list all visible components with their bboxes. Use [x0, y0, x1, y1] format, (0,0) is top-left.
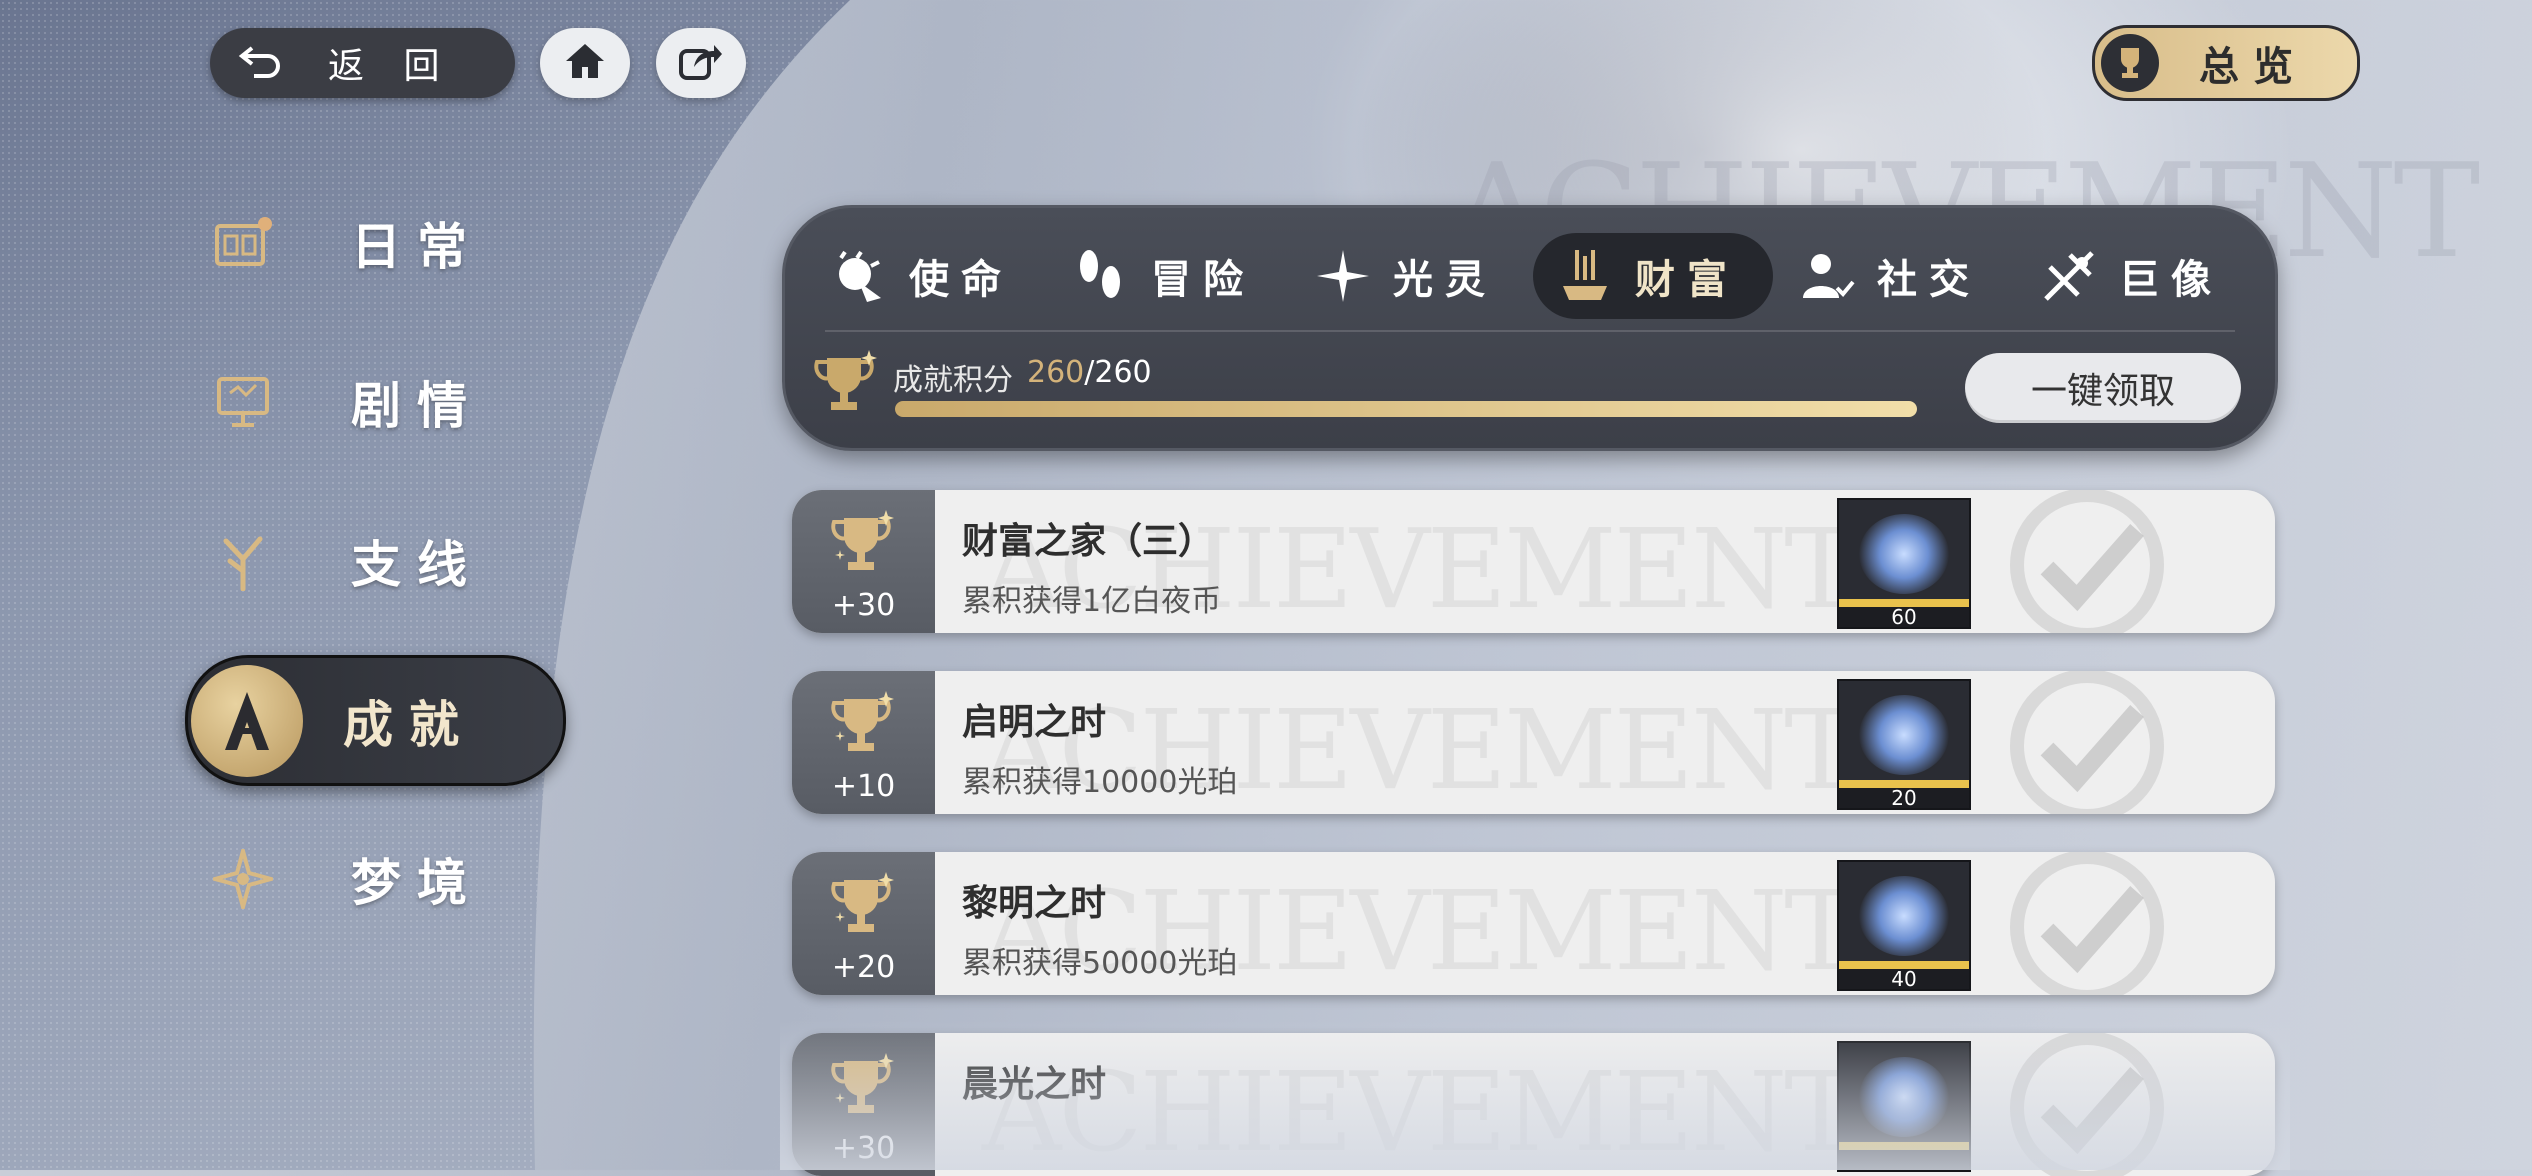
nav-item-dream[interactable]: 梦境	[210, 843, 483, 915]
achievement-title: 财富之家（三）	[962, 521, 1215, 562]
reward-count: 40	[1839, 969, 1969, 989]
completed-check-icon	[2002, 490, 2172, 633]
achievement-icon	[191, 664, 303, 777]
nav-label-daily: 日常	[351, 218, 483, 276]
achievement-description: 累积获得10000光珀	[962, 765, 1238, 800]
completed-check-icon	[2002, 852, 2172, 995]
completed-check-icon	[2002, 671, 2172, 814]
achievement-points-badge: +20	[792, 852, 935, 995]
share-icon	[678, 41, 724, 85]
overview-button[interactable]: 总览	[2092, 25, 2360, 101]
back-arrow-icon	[238, 38, 298, 89]
reward-item[interactable]: 60	[1837, 498, 1971, 629]
trophy-icon	[830, 870, 896, 946]
achievement-points: +30	[831, 588, 896, 623]
crystal-icon	[1859, 876, 1949, 956]
achievement-title: 黎明之时	[962, 883, 1107, 924]
list-fade-overlay	[780, 1020, 2290, 1170]
nav-label-side-quest: 支线	[351, 536, 483, 594]
calendar-icon	[210, 210, 276, 276]
branch-icon	[210, 528, 276, 594]
nav-item-achievement[interactable]: 成就	[185, 655, 566, 786]
tab-label-colossus: 巨像	[2119, 257, 2223, 303]
colossus-icon	[2039, 246, 2099, 306]
achievement-points: +20	[831, 950, 896, 985]
score-label: 成就积分	[893, 363, 1013, 398]
sparkle-icon	[1313, 246, 1373, 306]
achievement-card[interactable]: +10 ACHIEVEMENTS 启明之时 累积获得10000光珀 20	[792, 671, 2275, 814]
score-progress-bar	[895, 401, 1917, 417]
achievement-card[interactable]: +20 ACHIEVEMENTS 黎明之时 累积获得50000光珀 40	[792, 852, 2275, 995]
tab-social[interactable]: 社交	[1775, 233, 2015, 319]
back-button[interactable]: 返 回	[210, 28, 515, 98]
star-icon	[210, 846, 276, 912]
reward-count: 20	[1839, 788, 1969, 808]
trophy-icon	[2101, 34, 2159, 92]
reward-item[interactable]: 20	[1837, 679, 1971, 810]
overview-label: 总览	[2199, 44, 2307, 90]
claim-all-button[interactable]: 一键领取	[1965, 353, 2241, 423]
crystal-icon	[1859, 514, 1949, 594]
score-progress-fill	[895, 401, 1917, 417]
achievement-card[interactable]: +30 ACHIEVEMENTS 财富之家（三） 累积获得1亿白夜币 60	[792, 490, 2275, 633]
tab-label-social: 社交	[1877, 257, 1981, 303]
tab-light-spirit[interactable]: 光灵	[1291, 233, 1531, 319]
score-total: /260	[1084, 355, 1152, 390]
category-tabs: 使命 冒险 光灵 财富 社交 巨像	[785, 233, 2275, 319]
tab-wealth[interactable]: 财富	[1533, 233, 1773, 319]
tab-label-mission: 使命	[909, 257, 1013, 303]
nav-item-side-quest[interactable]: 支线	[210, 525, 483, 597]
nav-label-story: 剧情	[351, 377, 483, 435]
tab-mission[interactable]: 使命	[807, 233, 1047, 319]
nav-item-story[interactable]: 剧情	[210, 366, 483, 438]
trophy-icon	[830, 689, 896, 765]
score-value: 260/260	[1027, 355, 1152, 390]
reward-count: 60	[1839, 607, 1969, 627]
achievement-points-badge: +30	[792, 490, 935, 633]
monitor-icon	[210, 369, 276, 435]
tab-adventure[interactable]: 冒险	[1049, 233, 1289, 319]
achievement-points: +10	[831, 769, 896, 804]
score-trophy-icon	[813, 348, 879, 422]
footprint-icon	[1071, 246, 1131, 306]
score-current: 260	[1027, 355, 1085, 390]
mission-icon	[829, 246, 889, 306]
achievement-header-panel: 使命 冒险 光灵 财富 社交 巨像 成就积分 260/260 一键领取	[782, 205, 2278, 451]
achievement-description: 累积获得1亿白夜币	[962, 584, 1222, 619]
wealth-icon	[1555, 246, 1615, 306]
trophy-icon	[830, 508, 896, 584]
nav-item-daily[interactable]: 日常	[210, 207, 483, 279]
nav-label-achievement: 成就	[343, 695, 475, 754]
header-divider	[825, 330, 2235, 332]
home-icon	[563, 41, 607, 85]
achievement-title: 启明之时	[962, 702, 1107, 743]
tab-colossus[interactable]: 巨像	[2017, 233, 2257, 319]
tab-label-adventure: 冒险	[1151, 257, 1255, 303]
reward-item[interactable]: 40	[1837, 860, 1971, 991]
achievement-description: 累积获得50000光珀	[962, 946, 1238, 981]
tab-label-wealth: 财富	[1635, 257, 1739, 303]
social-icon	[1797, 246, 1857, 306]
achievement-points-badge: +10	[792, 671, 935, 814]
crystal-icon	[1859, 695, 1949, 775]
share-button[interactable]	[656, 28, 746, 98]
home-button[interactable]	[540, 28, 630, 98]
back-label: 返 回	[328, 46, 454, 87]
tab-label-light-spirit: 光灵	[1393, 257, 1497, 303]
nav-label-dream: 梦境	[351, 854, 483, 912]
